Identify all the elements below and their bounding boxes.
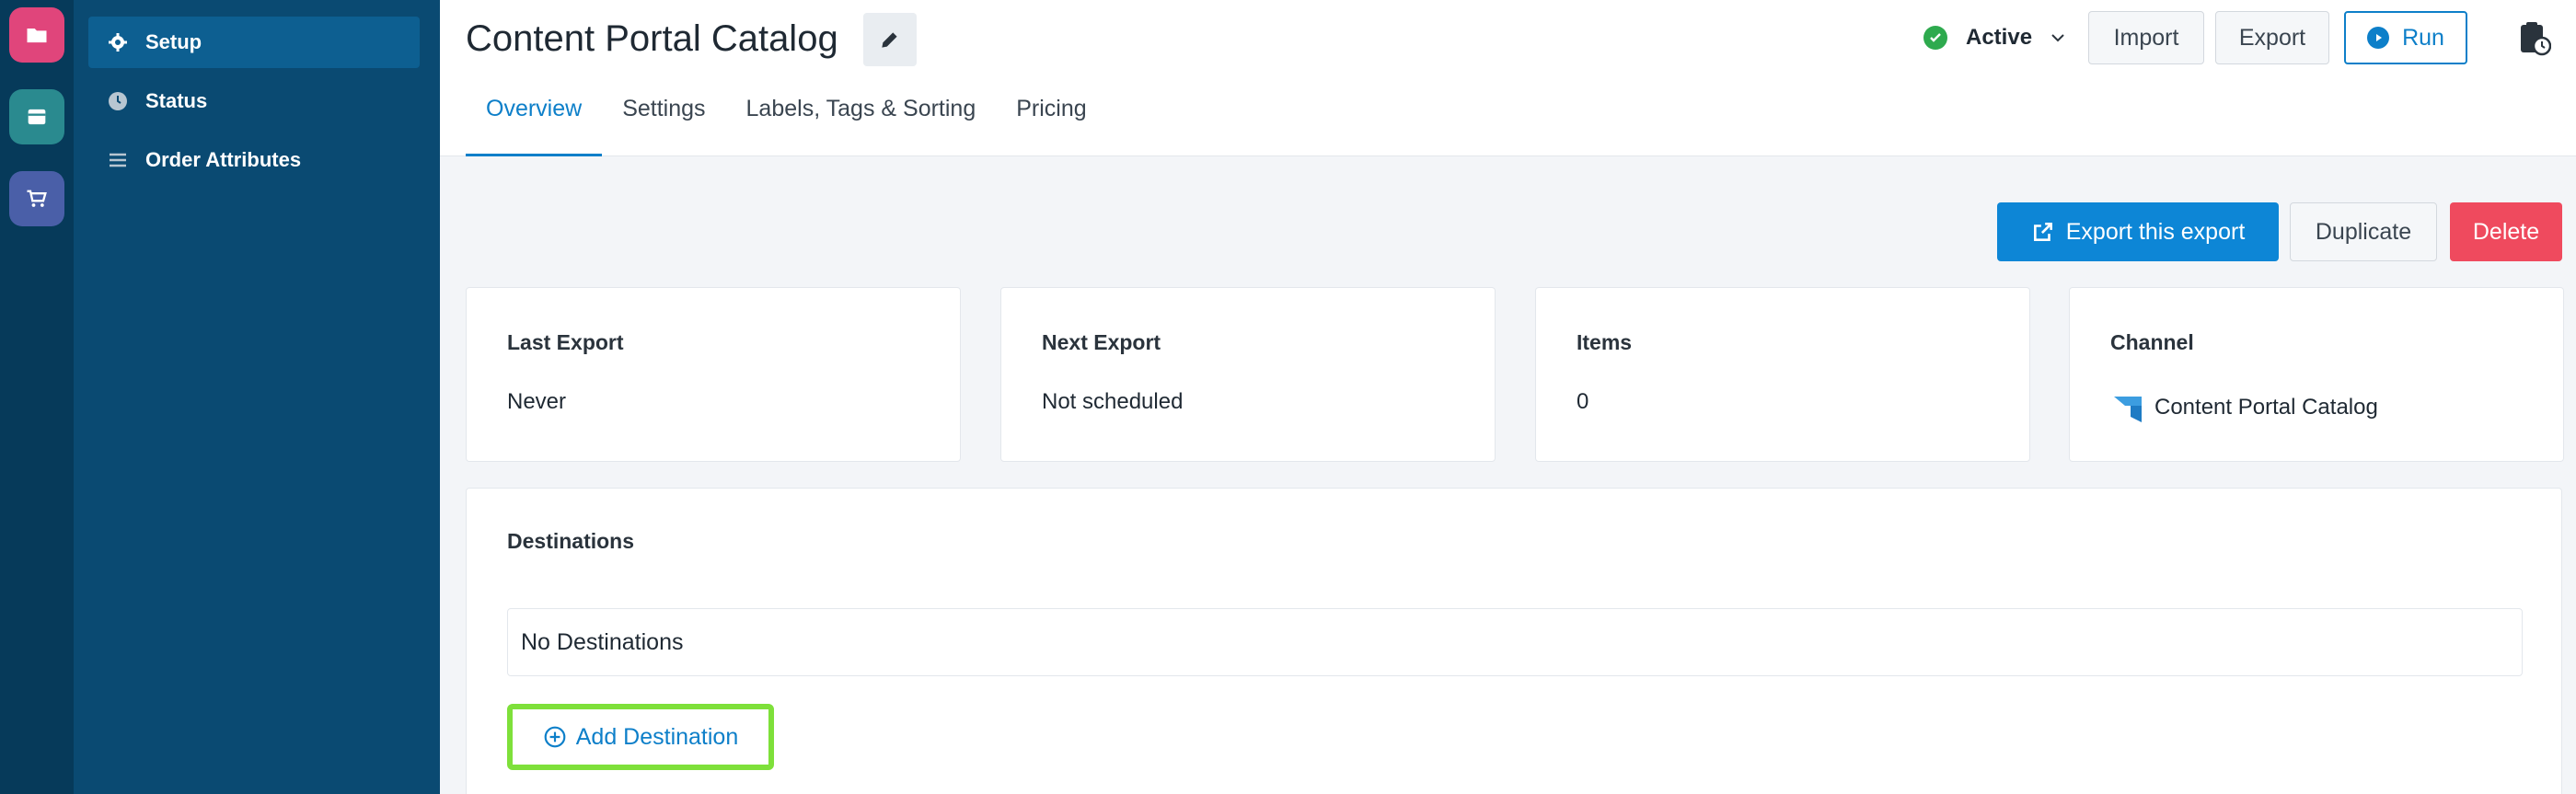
- play-icon: [2367, 27, 2390, 49]
- sidebar-item-label: Order Attributes: [145, 148, 302, 171]
- stat-label: Next Export: [1042, 330, 1161, 354]
- destinations-panel: Destinations No Destinations Add Destina…: [466, 488, 2562, 794]
- page-title: Content Portal Catalog: [466, 18, 838, 59]
- stat-card-items: Items 0: [1535, 287, 2030, 462]
- stat-card-last-export: Last Export Never: [466, 287, 961, 462]
- add-destination-button[interactable]: Add Destination: [507, 704, 774, 770]
- stat-label: Items: [1577, 330, 1633, 354]
- rail-inbox-button[interactable]: [9, 89, 64, 144]
- external-link-icon: [2033, 223, 2052, 241]
- status-dropdown[interactable]: Active: [1923, 17, 2067, 59]
- export-button[interactable]: Export: [2215, 11, 2329, 64]
- clock-icon: [105, 88, 131, 114]
- sidebar-item-order-attributes[interactable]: Order Attributes: [88, 134, 420, 186]
- edit-title-button[interactable]: [863, 13, 917, 66]
- stat-card-channel: Channel Content Portal Catalog: [2069, 287, 2564, 462]
- tab-labels-tags-sorting[interactable]: Labels, Tags & Sorting: [726, 90, 997, 156]
- stat-label: Channel: [2110, 330, 2194, 354]
- channel-name: Content Portal Catalog: [2154, 395, 2378, 420]
- duplicate-button[interactable]: Duplicate: [2290, 202, 2437, 261]
- export-this-label: Export this export: [2065, 218, 2246, 245]
- list-icon: [105, 147, 131, 173]
- stat-card-next-export: Next Export Not scheduled: [1000, 287, 1496, 462]
- sidebar-item-label: Status: [145, 89, 208, 112]
- tab-bar: Overview Settings Labels, Tags & Sorting…: [466, 90, 1107, 156]
- tab-overview[interactable]: Overview: [466, 90, 603, 156]
- rail-folder-button[interactable]: [9, 7, 64, 63]
- status-label: Active: [1966, 25, 2033, 50]
- sidebar-item-setup[interactable]: Setup: [88, 17, 420, 68]
- delete-button[interactable]: Delete: [2450, 202, 2562, 261]
- folder-icon: [27, 29, 47, 43]
- destinations-title: Destinations: [507, 529, 635, 553]
- cart-icon: [27, 190, 47, 207]
- sidebar-item-label: Setup: [145, 30, 202, 53]
- stat-label: Last Export: [507, 330, 624, 354]
- plus-circle-icon: [544, 726, 566, 748]
- check-circle-icon: [1923, 26, 1947, 50]
- stat-value: Never: [507, 389, 567, 414]
- clipboard-clock-icon[interactable]: [2518, 20, 2551, 57]
- page-header: Content Portal Catalog Active Import Exp…: [440, 0, 2576, 156]
- rail-cart-button[interactable]: [9, 171, 64, 226]
- run-button[interactable]: Run: [2344, 11, 2467, 64]
- gear-icon: [105, 29, 131, 55]
- inbox-icon: [28, 109, 46, 125]
- channel-logo-icon: [2114, 397, 2142, 422]
- export-this-export-button[interactable]: Export this export: [1997, 202, 2279, 261]
- import-button[interactable]: Import: [2088, 11, 2204, 64]
- chevron-down-icon: [2051, 34, 2064, 42]
- tab-pricing[interactable]: Pricing: [996, 90, 1106, 156]
- add-destination-label: Add Destination: [575, 723, 739, 750]
- pencil-icon: [882, 32, 897, 48]
- destinations-empty-state: No Destinations: [507, 608, 2523, 676]
- sidebar-item-status[interactable]: Status: [88, 75, 420, 127]
- stat-value: Not scheduled: [1042, 389, 1184, 414]
- app-rail: [0, 0, 74, 794]
- stat-value: 0: [1577, 389, 1589, 414]
- sidebar: Setup Status Order Attributes: [74, 0, 440, 794]
- tab-settings[interactable]: Settings: [602, 90, 725, 156]
- run-label: Run: [2402, 24, 2444, 51]
- stat-value: Content Portal Catalog: [2110, 389, 2378, 426]
